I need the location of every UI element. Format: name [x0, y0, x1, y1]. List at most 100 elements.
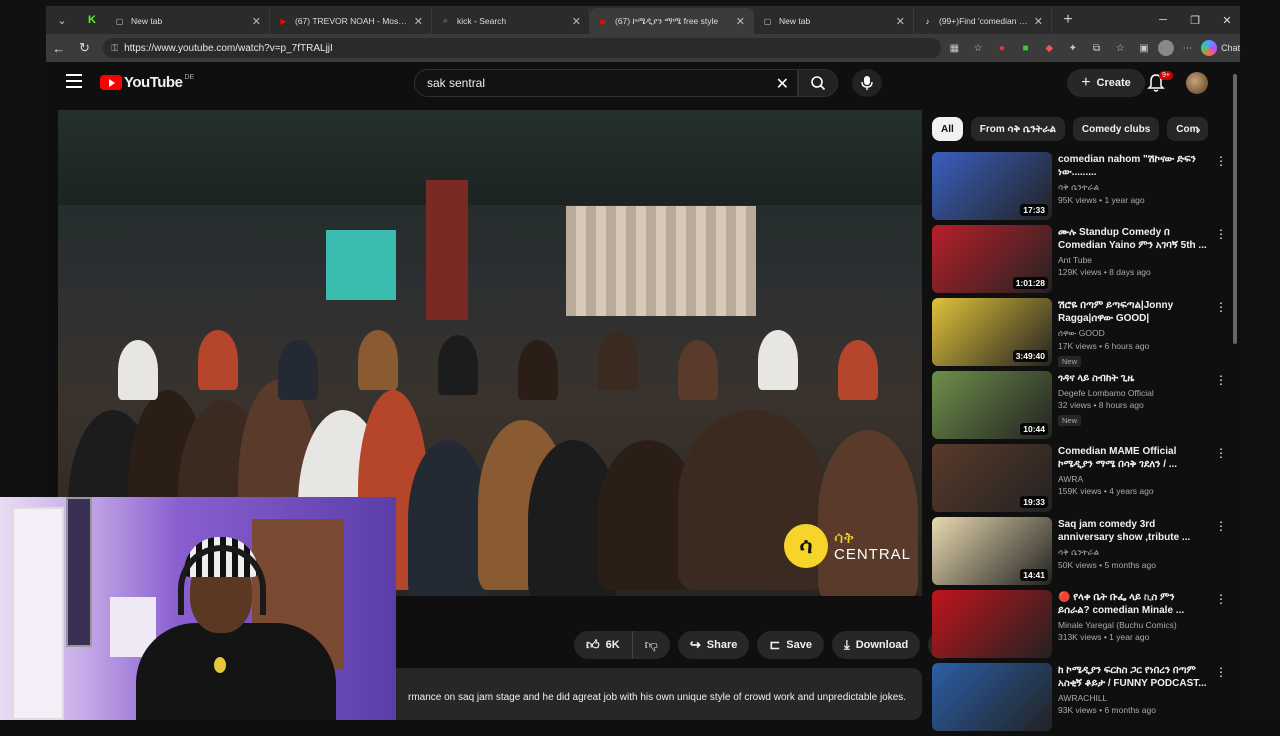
- page-scrollbar[interactable]: [1232, 68, 1238, 718]
- extension-red-icon[interactable]: ●: [992, 38, 1012, 58]
- kebab-menu-icon[interactable]: ⋮: [1214, 592, 1228, 606]
- create-button[interactable]: + Create: [1067, 69, 1145, 97]
- screen: ⌄ K ▢ New tab ✕ ▶ (67) TREVOR NOAH - Most Vi…: [0, 0, 1280, 731]
- channel-name[interactable]: Ant Tube: [1058, 255, 1208, 265]
- share-button[interactable]: ↪ Share: [677, 631, 750, 659]
- view-count: 95K views: [1058, 195, 1097, 205]
- browser-tab[interactable]: ▶ (67) ኮሜዲያን ማሜ free style ✕: [590, 8, 754, 34]
- filter-chip[interactable]: Comedy clubs: [1072, 117, 1160, 141]
- clear-search-icon[interactable]: ✕: [776, 74, 789, 94]
- kebab-menu-icon[interactable]: ⋮: [1214, 300, 1228, 314]
- kebab-menu-icon[interactable]: ⋮: [1214, 227, 1228, 241]
- split-screen-icon[interactable]: ⧉: [1087, 38, 1107, 58]
- video-title[interactable]: Saq jam comedy 3rd anniversary show ,tri…: [1058, 518, 1208, 544]
- filter-chip[interactable]: All: [932, 117, 963, 141]
- recommendation-item[interactable]: 10:44 ጎዳና ላይ ስብከት ጊዜ Degefe Lombamo Offici…: [932, 371, 1228, 444]
- channel-name[interactable]: ሳቅ ሴንትራል: [1058, 547, 1208, 558]
- video-title[interactable]: ጎዳና ላይ ስብከት ጊዜ: [1058, 372, 1208, 385]
- new-tab-button[interactable]: +: [1054, 9, 1082, 31]
- dislike-button[interactable]: 👎︎: [633, 631, 670, 659]
- favorites-icon[interactable]: ☆: [1110, 38, 1130, 58]
- duration-badge: 19:33: [1020, 496, 1048, 508]
- search-input[interactable]: sak sentral ✕: [414, 69, 798, 97]
- close-tab-icon[interactable]: ✕: [1034, 15, 1043, 28]
- chips-next-chevron-icon[interactable]: ›: [1196, 121, 1201, 137]
- video-title[interactable]: ሙሉ Standup Comedy በ Comedian Yaino ምን አገ…: [1058, 226, 1208, 252]
- close-tab-icon[interactable]: ✕: [896, 15, 905, 28]
- hamburger-menu-icon[interactable]: [66, 74, 82, 88]
- kebab-menu-icon[interactable]: ⋮: [1214, 519, 1228, 533]
- browser-tab[interactable]: ⌕ kick - Search ✕: [432, 8, 590, 34]
- filter-chip[interactable]: From ሳቅ ሴንትራል: [970, 117, 1065, 141]
- kick-extension-icon[interactable]: K: [78, 9, 106, 31]
- chat-label[interactable]: Chat: [1221, 43, 1240, 53]
- video-thumbnail[interactable]: 19:33: [932, 444, 1052, 512]
- kebab-menu-icon[interactable]: ⋮: [1214, 446, 1228, 460]
- address-bar[interactable]: ⚿ https://www.youtube.com/watch?v=p_7fTR…: [103, 38, 941, 58]
- video-thumbnail[interactable]: [932, 590, 1052, 658]
- channel-name[interactable]: AWRACHILL: [1058, 693, 1208, 703]
- video-thumbnail[interactable]: 14:41: [932, 517, 1052, 585]
- reload-button[interactable]: ↻: [72, 40, 98, 56]
- browser-tab[interactable]: ♪ (99+)Find 'comedian mame' on ✕: [914, 8, 1052, 34]
- video-thumbnail[interactable]: 10:44: [932, 371, 1052, 439]
- video-thumbnail[interactable]: 1:01:28: [932, 225, 1052, 293]
- download-button[interactable]: ⤓ Download: [831, 631, 921, 659]
- favorite-star-icon[interactable]: ☆: [968, 38, 988, 58]
- collections-icon[interactable]: ▣: [1134, 38, 1154, 58]
- recommendation-item[interactable]: 19:33 Comedian MAME Official ኮሜዲያን ማሜ በሳቅ…: [932, 444, 1228, 517]
- browser-tab[interactable]: ▢ New tab ✕: [106, 8, 270, 34]
- channel-name[interactable]: ሰዋው GOOD: [1058, 328, 1208, 339]
- copilot-icon[interactable]: [1201, 40, 1218, 56]
- recommendation-item[interactable]: 3:49:40 ሽሮዬ በጣም ይጣፍጣል|Jonny Ragga|ሰዋው GOO…: [932, 298, 1228, 371]
- channel-name[interactable]: Degefe Lombamo Official: [1058, 388, 1208, 398]
- tab-title: (67) TREVOR NOAH - Most View: [295, 16, 408, 26]
- recommendation-item[interactable]: 17:33 comedian nahom "ሽኮናው ድፍን ነው........…: [932, 152, 1228, 225]
- search-button[interactable]: [798, 69, 838, 97]
- voice-search-button[interactable]: [852, 69, 882, 97]
- scrollbar-thumb[interactable]: [1233, 74, 1237, 344]
- close-tab-icon[interactable]: ✕: [252, 15, 261, 28]
- video-title[interactable]: comedian nahom "ሽኮናው ድፍን ነው.........: [1058, 153, 1208, 179]
- video-thumbnail[interactable]: [932, 663, 1052, 731]
- site-info-icon[interactable]: ⚿: [111, 43, 118, 54]
- tab-list-chevron-icon[interactable]: ⌄: [48, 9, 76, 31]
- account-avatar[interactable]: [1186, 72, 1208, 94]
- video-title[interactable]: ከ ኮሜዲያን ፍርከስ ጋር የነበረን በጣም አስቂኝ ቆይታ / FUN…: [1058, 664, 1208, 690]
- video-thumbnail[interactable]: 3:49:40: [932, 298, 1052, 366]
- close-tab-icon[interactable]: ✕: [572, 15, 581, 28]
- kebab-menu-icon[interactable]: ⋮: [1214, 373, 1228, 387]
- channel-name[interactable]: AWRA: [1058, 474, 1208, 484]
- profile-avatar-icon[interactable]: [1157, 40, 1174, 56]
- video-title[interactable]: Comedian MAME Official ኮሜዲያን ማሜ በሳቅ ገደለን…: [1058, 445, 1208, 471]
- video-thumbnail[interactable]: 17:33: [932, 152, 1052, 220]
- channel-name[interactable]: ሳቅ ሴንትራል: [1058, 182, 1208, 193]
- recommendation-item[interactable]: 1:01:28 ሙሉ Standup Comedy በ Comedian Yain…: [932, 225, 1228, 298]
- extension-green-icon[interactable]: ■: [1016, 38, 1036, 58]
- close-tab-icon[interactable]: ✕: [736, 15, 745, 28]
- close-tab-icon[interactable]: ✕: [414, 15, 423, 28]
- recommendation-item[interactable]: 14:41 Saq jam comedy 3rd anniversary show…: [932, 517, 1228, 590]
- channel-name[interactable]: Minale Yaregal (Buchu Comics): [1058, 620, 1208, 630]
- video-title[interactable]: ሽሮዬ በጣም ይጣፍጣል|Jonny Ragga|ሰዋው GOOD|: [1058, 299, 1208, 325]
- notifications-button[interactable]: 9+: [1147, 71, 1173, 93]
- maximize-button[interactable]: ❐: [1178, 6, 1212, 34]
- extension-shield-icon[interactable]: ◆: [1039, 38, 1059, 58]
- recommendation-item[interactable]: 🔴 የላቀ ቤት ቡፌ ላይ ኪስ ምን ይሰራል? comedian Mina…: [932, 590, 1228, 663]
- like-button[interactable]: 👍︎ 6K: [574, 631, 633, 659]
- video-title[interactable]: 🔴 የላቀ ቤት ቡፌ ላይ ኪስ ምን ይሰራል? comedian Mina…: [1058, 591, 1208, 617]
- save-button[interactable]: ⊏ Save: [757, 631, 824, 659]
- kebab-menu-icon[interactable]: ⋮: [1214, 665, 1228, 679]
- minimize-button[interactable]: ─: [1146, 6, 1180, 34]
- close-window-button[interactable]: ✕: [1210, 6, 1244, 34]
- back-button[interactable]: ←: [46, 41, 72, 56]
- more-options-icon[interactable]: ⋯: [1178, 38, 1198, 58]
- kebab-menu-icon[interactable]: ⋮: [1214, 154, 1228, 168]
- browser-tab[interactable]: ▶ (67) TREVOR NOAH - Most View ✕: [270, 8, 432, 34]
- extensions-puzzle-icon[interactable]: ✦: [1063, 38, 1083, 58]
- browser-tab[interactable]: ▢ New tab ✕: [754, 8, 914, 34]
- reader-view-icon[interactable]: ▦: [945, 38, 965, 58]
- recommendation-item[interactable]: ከ ኮሜዲያን ፍርከስ ጋር የነበረን በጣም አስቂኝ ቆይታ / FUN…: [932, 663, 1228, 736]
- youtube-logo[interactable]: YouTube DE: [100, 74, 194, 91]
- filter-chip[interactable]: Com: [1167, 117, 1208, 141]
